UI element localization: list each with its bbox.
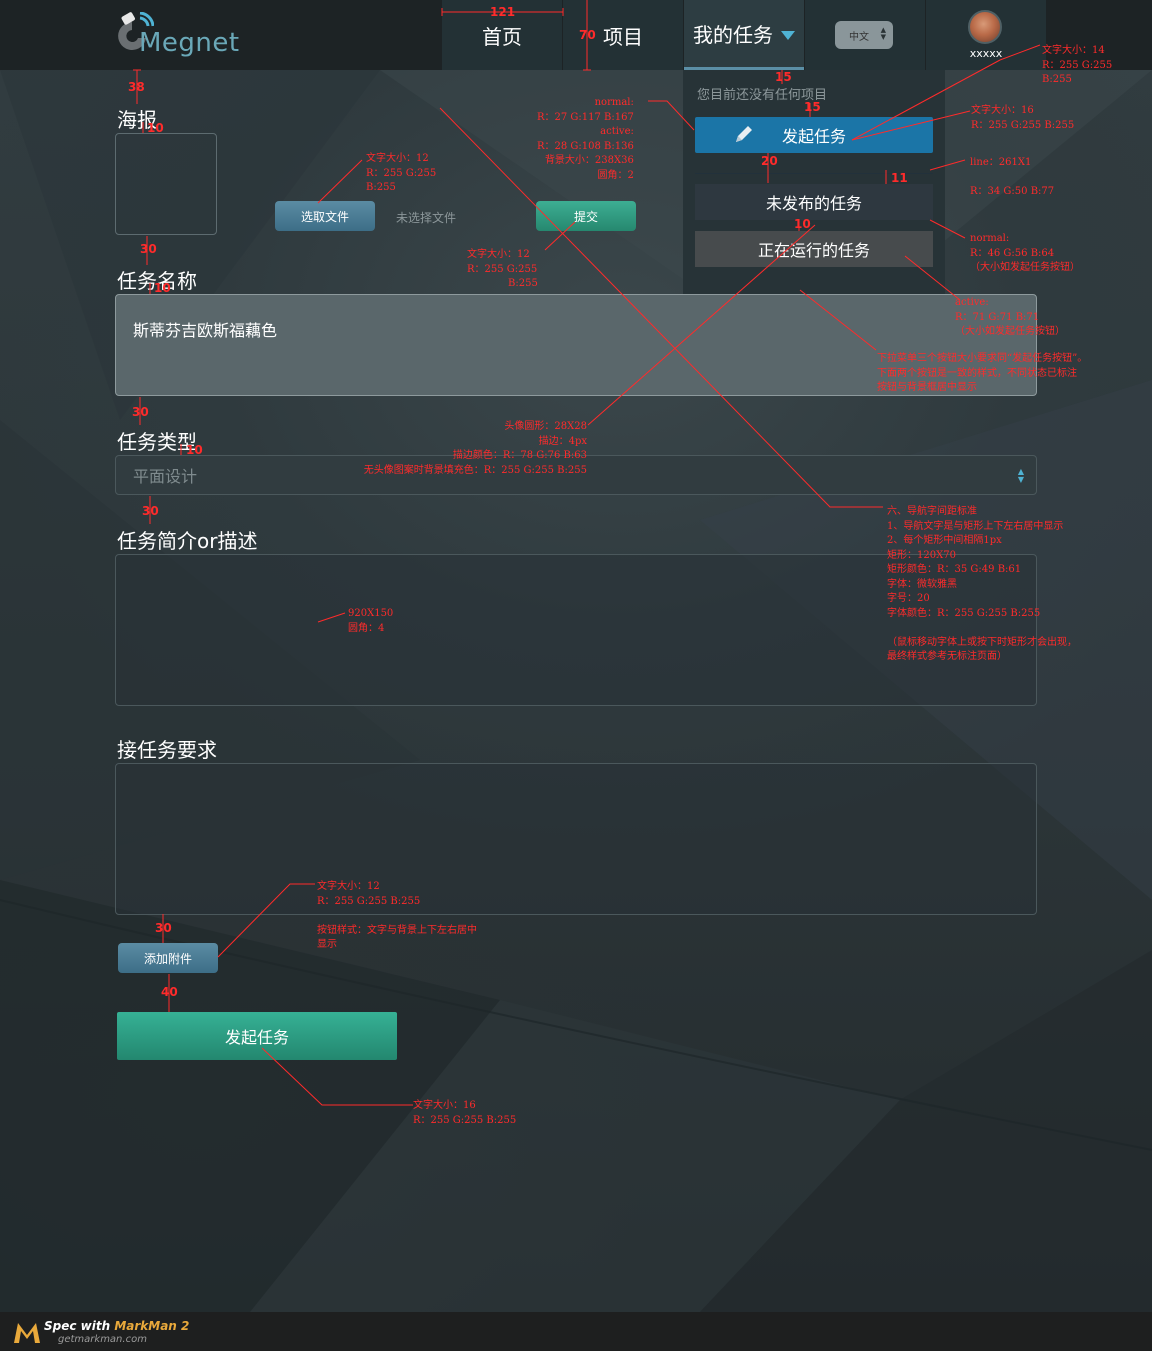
annotation-attach: 文字大小：12 R：255 G:255 B:255 按钮样式：文字与背景上下左右居… xyxy=(317,881,477,950)
annotation-start-text: 文字大小：16 R：255 G:255 B:255 xyxy=(971,105,1075,131)
dim-label: 40 xyxy=(161,985,178,999)
username[interactable]: xxxxx xyxy=(968,47,1004,60)
annotation-line: line：261X1 R：34 G:50 B:77 xyxy=(970,157,1055,197)
dim-label: 20 xyxy=(761,154,778,168)
task-type-placeholder: 平面设计 xyxy=(133,467,198,486)
dim-label: 11 xyxy=(891,171,908,185)
dim-label: 70 xyxy=(579,28,596,42)
updown-arrows-icon: ▲ ▼ xyxy=(1017,467,1024,484)
annotation-nav-spacing: 六、导航字间距标准 1、导航文字是与矩形上下左右居中显示 2、每个矩形中间相隔1px… xyxy=(887,506,1077,662)
task-req-label: 接任务要求 xyxy=(117,738,217,762)
markman-logo-icon xyxy=(14,1323,40,1343)
running-tasks-button[interactable]: 正在运行的任务 xyxy=(695,231,933,267)
launch-task-button[interactable]: 发起任务 xyxy=(117,1012,397,1060)
choose-file-button[interactable]: 选取文件 xyxy=(275,201,375,231)
no-file-text: 未选择文件 xyxy=(396,211,457,225)
annotation-file-text: 文字大小：12 R：255 G:255 B:255 xyxy=(366,153,437,193)
submit-button[interactable]: 提交 xyxy=(536,201,636,231)
dim-label: 15 xyxy=(775,70,792,84)
dim-label: 38 xyxy=(128,80,145,94)
nav-projects-label: 项目 xyxy=(603,24,643,49)
nav-my-tasks[interactable]: 我的任务 xyxy=(684,0,804,70)
dim-label: 30 xyxy=(132,405,149,419)
task-type-label: 任务类型 xyxy=(117,430,197,454)
annotation-dropdown: 下拉菜单三个按钮大小要求同“发起任务按钮”。 下面两个按钮是一致的样式，不同状态已… xyxy=(877,353,1088,393)
updown-arrows-icon: ▲ ▼ xyxy=(880,26,886,41)
task-desc-label: 任务简介or描述 xyxy=(117,529,258,553)
markman-spec-text[interactable]: Spec with MarkMan 2 xyxy=(44,1319,189,1333)
add-attachment-label: 添加附件 xyxy=(143,951,192,966)
dim-label: 10 xyxy=(186,443,203,457)
start-task-button[interactable]: 发起任务 xyxy=(695,117,933,153)
annotation-user-text: 文字大小：14 R：255 G:255 B:255 xyxy=(1042,45,1113,85)
dim-label: 15 xyxy=(804,100,821,114)
nav-home-label: 首页 xyxy=(482,24,522,49)
start-task-label: 发起任务 xyxy=(781,127,846,146)
markman-brand: MarkMan 2 xyxy=(114,1319,190,1333)
annotation-normal-state: normal: R：46 G:56 B:64 （大小如发起任务按钮） xyxy=(970,233,1080,273)
dim-label: 10 xyxy=(794,217,811,231)
annotation-textarea: 920X150 圆角：4 xyxy=(348,608,394,634)
dim-label: 30 xyxy=(140,242,157,256)
nav-my-tasks-label: 我的任务 xyxy=(693,23,773,47)
dim-label: 10 xyxy=(154,281,171,295)
user-avatar[interactable] xyxy=(968,10,1002,44)
annotation-avatar: 头像圆形：28X28 描边：4px 描边颜色：R：78 G:76 B:63 无头像图案… xyxy=(363,421,587,476)
task-req-textarea[interactable] xyxy=(115,763,1037,915)
markman-url[interactable]: getmarkman.com xyxy=(58,1334,147,1345)
spec-prefix: Spec with xyxy=(44,1319,115,1333)
top-navbar: Megnet 首页 项目 我的任务 中文 ▲ ▼ xxxxx xyxy=(0,0,1152,70)
annotation-button-states: normal: R：27 G:117 B:167 active: R：28 G:108… xyxy=(537,97,634,181)
dim-label: 121 xyxy=(490,5,516,19)
running-tasks-label: 正在运行的任务 xyxy=(757,241,870,260)
dim-label: 10 xyxy=(147,121,164,135)
dim-label: 30 xyxy=(142,504,159,518)
markman-footer: Spec with MarkMan 2 getmarkman.com xyxy=(0,1312,1152,1351)
poster-preview[interactable] xyxy=(115,133,217,235)
pencil-icon xyxy=(736,126,752,142)
chevron-down-icon xyxy=(781,30,795,40)
launch-task-label: 发起任务 xyxy=(224,1028,289,1047)
choose-file-label: 选取文件 xyxy=(300,209,349,224)
unpublished-tasks-button[interactable]: 未发布的任务 xyxy=(695,184,933,220)
unpublished-tasks-label: 未发布的任务 xyxy=(765,194,862,213)
annotation-launch: 文字大小：16 R：255 G:255 B:255 xyxy=(413,1100,517,1126)
annotation-active-state: active: R：71 G:71 B:71 （大小如发起任务按钮） xyxy=(955,297,1065,337)
language-select[interactable]: 中文 ▲ ▼ xyxy=(835,21,893,49)
dim-label: 30 xyxy=(155,921,172,935)
language-value: 中文 xyxy=(849,31,869,43)
submit-label: 提交 xyxy=(573,209,598,224)
brand-name[interactable]: Megnet xyxy=(139,28,240,58)
add-attachment-button[interactable]: 添加附件 xyxy=(118,943,218,973)
annotation-submit-text: 文字大小：12 R：255 G:255 B:255 xyxy=(467,249,538,289)
